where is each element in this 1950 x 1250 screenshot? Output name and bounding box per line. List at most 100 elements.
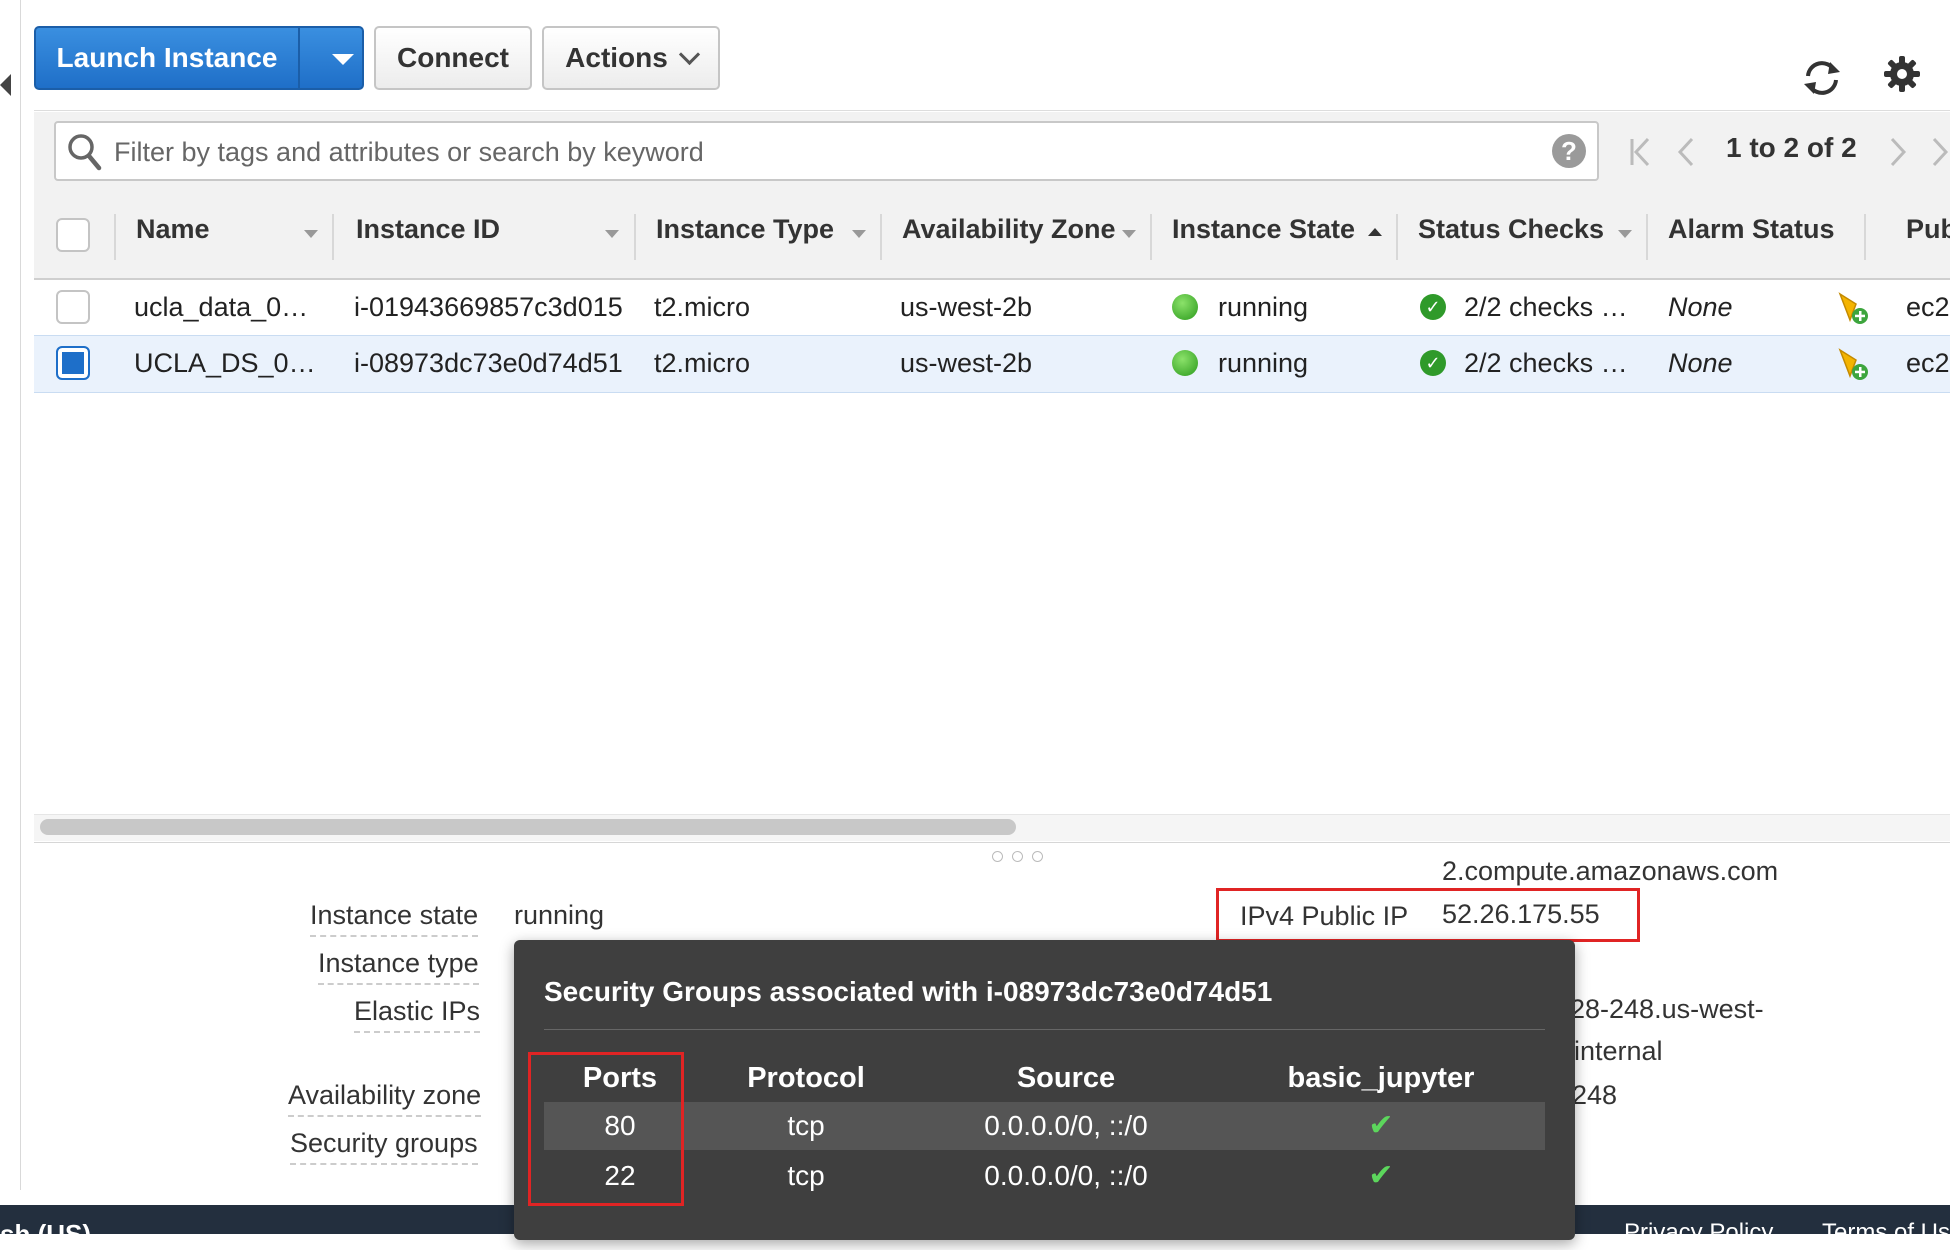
column-separator bbox=[332, 214, 334, 260]
sort-icon[interactable] bbox=[1122, 230, 1136, 238]
availability-zone-label: Availability zone bbox=[288, 1080, 482, 1117]
instance-type-label: Instance type bbox=[318, 948, 479, 985]
collapse-nav-icon[interactable] bbox=[0, 74, 11, 96]
rule-protocol: tcp bbox=[787, 1160, 825, 1191]
cell-alarm-status: None bbox=[1668, 292, 1733, 322]
refresh-icon[interactable] bbox=[1800, 56, 1844, 100]
ipv4-public-ip-label: IPv4 Public IP bbox=[1240, 901, 1409, 931]
scrollbar-thumb[interactable] bbox=[40, 819, 1016, 835]
cell-availability-zone: us-west-2b bbox=[900, 348, 1033, 378]
column-header-availability-zone[interactable]: Availability Zone bbox=[902, 214, 1116, 245]
cell-instance-state: running bbox=[1218, 292, 1309, 322]
ipv4-public-ip-value: 52.26.175.55 bbox=[1442, 899, 1600, 929]
cell-instance-id: i-01943669857c3d015 bbox=[354, 292, 623, 322]
sort-icon[interactable] bbox=[852, 230, 866, 238]
column-separator bbox=[634, 214, 636, 260]
cell-alarm-status: None bbox=[1668, 348, 1733, 378]
popover-title: Security Groups associated with i-08973d… bbox=[544, 976, 1273, 1007]
launch-instance-label: Launch Instance bbox=[56, 42, 278, 73]
column-header-instance-type[interactable]: Instance Type bbox=[656, 214, 834, 245]
highlight-box-ports bbox=[528, 1052, 684, 1206]
pagination-text: 1 to 2 of 2 bbox=[1726, 132, 1857, 163]
resize-grip-dot[interactable] bbox=[1032, 851, 1043, 862]
connect-button[interactable]: Connect bbox=[374, 26, 532, 90]
instance-state-label: Instance state bbox=[310, 900, 479, 937]
private-dns-internal-partial: internal bbox=[1574, 1036, 1663, 1066]
sort-icon[interactable] bbox=[304, 230, 318, 238]
column-separator bbox=[1646, 214, 1648, 260]
last-page-icon[interactable] bbox=[1930, 130, 1950, 174]
rule-source: 0.0.0.0/0, ::/0 bbox=[984, 1110, 1148, 1141]
checkmark-icon: ✓ bbox=[1420, 350, 1446, 376]
terms-of-use-link[interactable]: Terms of Us bbox=[1822, 1219, 1950, 1247]
sort-ascending-icon[interactable] bbox=[1368, 228, 1382, 236]
launch-dropdown-icon[interactable] bbox=[332, 54, 354, 65]
private-ip-partial: 248 bbox=[1572, 1080, 1618, 1110]
sort-icon[interactable] bbox=[605, 230, 619, 238]
column-header-name[interactable]: Name bbox=[136, 214, 210, 245]
cell-status-checks[interactable]: 2/2 checks … bbox=[1464, 292, 1628, 323]
running-status-icon bbox=[1172, 350, 1198, 376]
actions-button[interactable]: Actions bbox=[542, 26, 720, 90]
select-all-checkbox[interactable] bbox=[56, 218, 90, 252]
gear-icon[interactable] bbox=[1882, 54, 1922, 94]
add-alarm-icon[interactable] bbox=[1834, 290, 1870, 326]
left-nav-strip bbox=[0, 0, 21, 1190]
rule-source: 0.0.0.0/0, ::/0 bbox=[984, 1160, 1148, 1191]
column-separator bbox=[1864, 214, 1866, 260]
privacy-policy-link[interactable]: Privacy Policy bbox=[1624, 1219, 1773, 1247]
column-separator bbox=[114, 214, 116, 260]
elastic-ips-label: Elastic IPs bbox=[354, 996, 481, 1033]
public-dns-tail: 2.compute.amazonaws.com bbox=[1442, 856, 1779, 886]
resize-grip-dot[interactable] bbox=[992, 851, 1003, 862]
first-page-icon[interactable] bbox=[1628, 130, 1654, 174]
row-checkbox-checked[interactable] bbox=[56, 346, 90, 380]
row-checkbox[interactable] bbox=[56, 290, 90, 324]
pane-splitter bbox=[34, 842, 1950, 843]
chevron-down-icon bbox=[678, 43, 700, 65]
popover-header-group: basic_jupyter bbox=[1287, 1062, 1475, 1094]
resize-grip-dot[interactable] bbox=[1012, 851, 1023, 862]
cell-status-checks[interactable]: 2/2 checks … bbox=[1464, 348, 1628, 379]
column-separator bbox=[1150, 214, 1152, 260]
toolbar-divider bbox=[34, 110, 1950, 111]
launch-instance-button[interactable]: Launch Instance bbox=[34, 26, 364, 90]
allowed-check-icon: ✔ bbox=[1368, 1109, 1394, 1142]
column-header-instance-id[interactable]: Instance ID bbox=[356, 214, 500, 245]
add-alarm-icon[interactable] bbox=[1834, 346, 1870, 382]
security-groups-label[interactable]: Security groups bbox=[290, 1128, 478, 1165]
column-separator bbox=[880, 214, 882, 260]
instance-state-value: running bbox=[514, 900, 605, 930]
cell-instance-type: t2.micro bbox=[654, 348, 751, 378]
popover-header-source: Source bbox=[1016, 1062, 1116, 1094]
cell-instance-id: i-08973dc73e0d74d51 bbox=[354, 348, 623, 378]
column-header-public-dns[interactable]: Pub bbox=[1906, 214, 1950, 245]
cell-availability-zone: us-west-2b bbox=[900, 292, 1033, 322]
cell-instance-type: t2.micro bbox=[654, 292, 751, 322]
next-page-icon[interactable] bbox=[1888, 130, 1908, 174]
connect-label: Connect bbox=[397, 42, 509, 73]
search-input[interactable] bbox=[112, 124, 1536, 180]
cell-public-dns: ec2 bbox=[1906, 348, 1950, 378]
cell-public-dns: ec2 bbox=[1906, 292, 1950, 322]
popover-divider bbox=[544, 1029, 1545, 1030]
cell-name: UCLA_DS_0… bbox=[134, 348, 316, 378]
cell-name: ucla_data_0… bbox=[134, 292, 309, 322]
running-status-icon bbox=[1172, 294, 1198, 320]
allowed-check-icon: ✔ bbox=[1368, 1159, 1394, 1192]
help-icon[interactable]: ? bbox=[1552, 134, 1586, 168]
rule-protocol: tcp bbox=[787, 1110, 825, 1141]
sort-icon[interactable] bbox=[1618, 230, 1632, 238]
search-icon bbox=[68, 134, 102, 171]
private-dns-partial: 28-248.us-west- bbox=[1570, 994, 1764, 1024]
popover-header-protocol: Protocol bbox=[747, 1062, 865, 1094]
split-divider bbox=[298, 28, 300, 88]
column-header-alarm-status[interactable]: Alarm Status bbox=[1668, 214, 1835, 245]
checkmark-icon: ✓ bbox=[1420, 294, 1446, 320]
column-separator bbox=[1396, 214, 1398, 260]
column-header-instance-state[interactable]: Instance State bbox=[1172, 214, 1355, 245]
footer-language[interactable]: sh (US) bbox=[0, 1219, 91, 1250]
actions-label: Actions bbox=[565, 42, 668, 73]
column-header-status-checks[interactable]: Status Checks bbox=[1418, 214, 1604, 245]
prev-page-icon[interactable] bbox=[1676, 130, 1696, 174]
